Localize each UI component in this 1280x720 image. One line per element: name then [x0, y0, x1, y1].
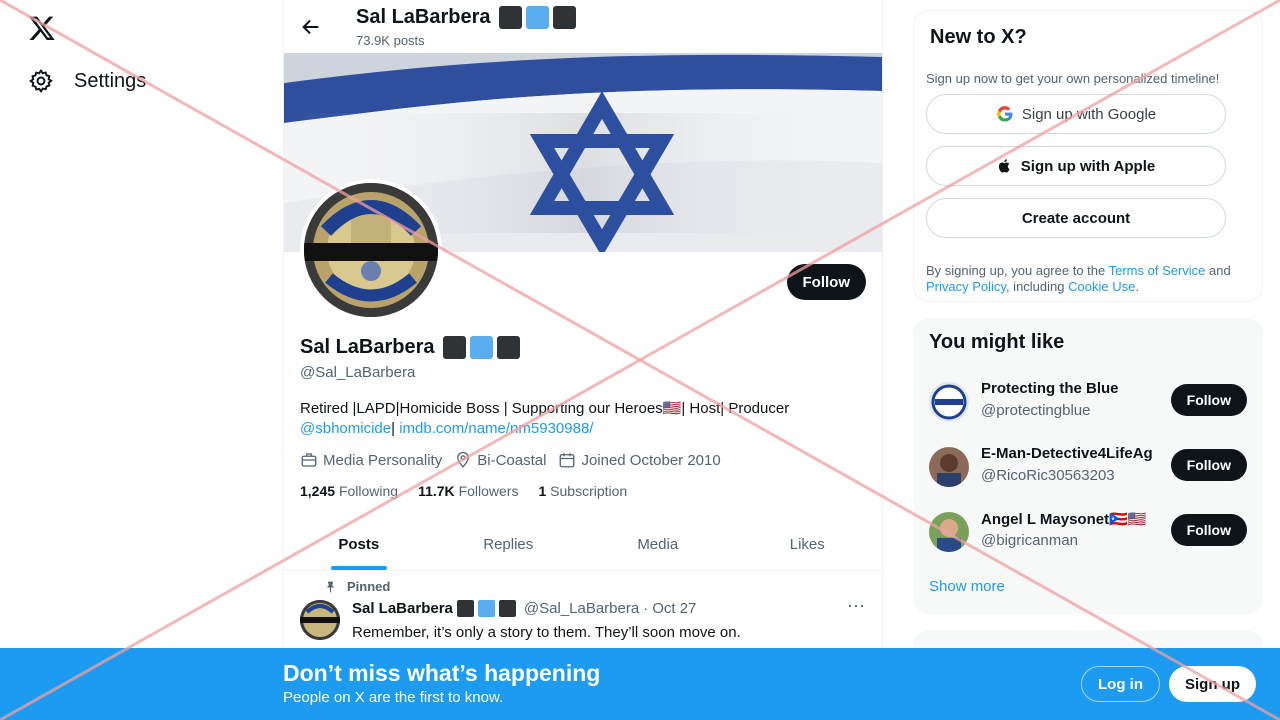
signup-button[interactable]: Sign up	[1169, 666, 1256, 702]
suggested-handle: @RicoRic30563203	[981, 467, 1115, 484]
suggested-follow-button[interactable]: Follow	[1170, 449, 1247, 481]
badge-dark-icon	[498, 6, 522, 29]
profile-bio: Retired |LAPD|Homicide Boss | Supporting…	[300, 399, 860, 439]
person-photo-image	[929, 512, 969, 552]
login-prompt-title: Don’t miss what’s happening	[283, 660, 601, 686]
tweet-author-handle[interactable]: @Sal_LaBarbera	[524, 600, 639, 617]
badge-dark-icon	[442, 336, 466, 359]
tweet-avatar[interactable]	[300, 600, 340, 640]
login-button[interactable]: Log in	[1081, 666, 1160, 702]
badge-dark-icon	[552, 6, 576, 29]
profile-avatar[interactable]	[300, 179, 442, 321]
left-nav: Settings	[0, 0, 283, 720]
tweet-author-name[interactable]: Sal LaBarbera	[352, 600, 453, 617]
person-photo-image	[929, 447, 969, 487]
header-post-count: 73.9K posts	[356, 33, 425, 48]
header-name: Sal LaBarbera	[356, 6, 576, 29]
location-pin-icon	[457, 451, 470, 468]
badge-dark-icon	[498, 600, 516, 617]
detective-badge-image	[304, 183, 438, 317]
tab-replies[interactable]: Replies	[434, 518, 584, 570]
header-badges	[498, 6, 576, 29]
who-to-follow-title: You might like	[929, 331, 1065, 353]
tab-likes[interactable]: Likes	[733, 518, 883, 570]
profile-stats: 1,245 Following 11.7K Followers 1 Subscr…	[300, 483, 627, 499]
pinned-indicator: Pinned	[324, 579, 390, 594]
suggested-account[interactable]: Angel L Maysonet🇵🇷🇺🇸 @bigricanman Follow	[929, 510, 1247, 560]
profile-tabs: Posts Replies Media Likes	[284, 518, 882, 571]
suggested-handle: @protectingblue	[981, 402, 1091, 419]
suggested-follow-button[interactable]: Follow	[1170, 384, 1247, 416]
nav-settings[interactable]: Settings	[28, 68, 146, 94]
bio-separator: |	[391, 420, 400, 437]
signup-google-button[interactable]: Sign up with Google	[926, 94, 1226, 134]
nav-settings-label: Settings	[74, 69, 147, 92]
terms-of-service-link[interactable]: Terms of Service	[1109, 263, 1206, 278]
suggested-handle: @bigricanman	[981, 532, 1078, 549]
show-more-link[interactable]: Show more	[929, 578, 1005, 595]
suggested-avatar	[929, 447, 969, 487]
bio-mention-link[interactable]: @sbhomicide	[300, 420, 391, 437]
suggested-name: E-Man-Detective4LifeAg	[981, 445, 1153, 462]
signup-terms: By signing up, you agree to the Terms of…	[926, 263, 1231, 294]
login-prompt-bar: Don’t miss what’s happening People on X …	[0, 648, 1280, 720]
tweet-text: Remember, it’s only a story to them. The…	[352, 624, 741, 641]
tweet-date[interactable]: Oct 27	[652, 600, 696, 617]
more-options-icon[interactable]: ···	[846, 596, 866, 618]
suggested-avatar	[929, 512, 969, 552]
profile-header-bar: Sal LaBarbera 73.9K posts	[284, 0, 882, 53]
suggested-account[interactable]: E-Man-Detective4LifeAg @RicoRic30563203 …	[929, 445, 1247, 495]
suggested-name: Protecting the Blue	[981, 380, 1119, 397]
suggested-account[interactable]: Protecting the Blue @protectingblue Foll…	[929, 380, 1247, 430]
profile-name: Sal LaBarbera	[300, 336, 520, 359]
back-arrow-icon[interactable]	[300, 16, 322, 38]
badge-dark-icon	[456, 600, 474, 617]
suggested-name: Angel L Maysonet🇵🇷🇺🇸	[981, 511, 1147, 528]
follow-button[interactable]: Follow	[786, 264, 866, 300]
signup-card-title: New to X?	[930, 26, 1027, 48]
profile-joined: Joined October 2010	[558, 451, 721, 469]
gear-icon	[29, 69, 53, 94]
tab-media[interactable]: Media	[583, 518, 733, 570]
bio-website-link[interactable]: imdb.com/name/nm5930988/	[399, 420, 593, 437]
briefcase-icon	[301, 453, 317, 467]
tweet-dot: ·	[643, 600, 649, 617]
profile-category: Media Personality	[300, 451, 442, 469]
signup-apple-button[interactable]: Sign up with Apple	[926, 146, 1226, 186]
suggested-follow-button[interactable]: Follow	[1170, 514, 1247, 546]
google-icon	[997, 106, 1013, 122]
badge-blue-icon	[525, 6, 549, 29]
badge-blue-icon	[477, 600, 495, 617]
tweet-badges	[456, 600, 516, 617]
pin-icon	[326, 581, 335, 592]
suggested-avatar	[929, 382, 969, 422]
badge-blue-icon	[469, 336, 493, 359]
profile-meta: Media Personality Bi-Coastal Joined Octo…	[300, 451, 721, 469]
tab-posts[interactable]: Posts	[284, 518, 434, 570]
who-to-follow: You might like Protecting the Blue @prot…	[913, 318, 1263, 614]
subscriptions-link[interactable]: 1 Subscription	[538, 483, 627, 499]
create-account-button[interactable]: Create account	[926, 198, 1226, 238]
detective-badge-image	[300, 600, 340, 640]
signup-card-subtitle: Sign up now to get your own personalized…	[926, 71, 1220, 86]
profile-column: Sal LaBarbera 73.9K posts Follow Sal LaB…	[283, 0, 883, 720]
bio-text: Retired |LAPD|Homicide Boss | Supporting…	[300, 400, 790, 417]
followers-link[interactable]: 11.7K Followers	[418, 483, 518, 499]
following-link[interactable]: 1,245 Following	[300, 483, 398, 499]
privacy-policy-link[interactable]: Privacy Policy	[926, 279, 1006, 294]
signup-card: New to X? Sign up now to get your own pe…	[913, 10, 1263, 302]
apple-icon	[998, 159, 1010, 173]
tweet-header: Sal LaBarbera @Sal_LaBarbera · Oct 27	[352, 600, 696, 617]
cookie-use-link[interactable]: Cookie Use	[1068, 279, 1135, 294]
calendar-icon	[560, 453, 575, 468]
profile-badges	[442, 336, 520, 359]
login-prompt-subtitle: People on X are the first to know.	[283, 689, 504, 706]
protecting-blue-logo-image	[929, 382, 969, 422]
profile-handle: @Sal_LaBarbera	[300, 364, 416, 381]
x-logo-icon[interactable]	[28, 14, 56, 42]
badge-dark-icon	[496, 336, 520, 359]
bio-links: @sbhomicide| imdb.com/name/nm5930988/	[300, 419, 860, 439]
profile-location: Bi-Coastal	[454, 451, 546, 469]
